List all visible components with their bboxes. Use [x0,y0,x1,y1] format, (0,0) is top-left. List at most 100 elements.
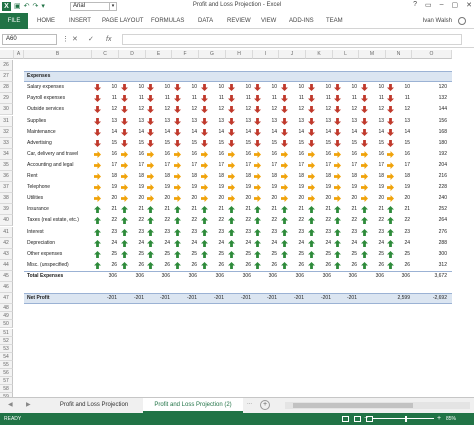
insert-function-icon[interactable]: fx [106,34,111,45]
help-icon[interactable]: ? [413,1,417,9]
row-header[interactable]: 43 [0,248,13,260]
tab-view[interactable]: VIEW [261,13,276,29]
row-header[interactable]: 28 [0,82,13,94]
name-box[interactable]: A60 [2,34,57,45]
row-header[interactable]: 52 [0,336,13,345]
column-header-k[interactable]: K [306,50,333,59]
tab-insert[interactable]: INSERT [69,13,91,29]
column-header-i[interactable]: I [253,50,279,59]
column-header-g[interactable]: G [199,50,226,59]
table-cell: 25 [404,250,410,257]
row-label: Taxes (real estate, etc.) [27,217,79,224]
zoom-in-icon[interactable]: + [437,413,441,425]
column-header-c[interactable]: C [92,50,119,59]
sheet-tab-2[interactable]: Profit and Loss Projection (2) [143,398,243,413]
zoom-level[interactable]: 85% [446,413,456,425]
row-header[interactable]: 45 [0,270,13,282]
table-cell: 10 [298,84,304,91]
sheet-content[interactable]: Expenses Salary expenses 10 10 10 10 10 10 10 10 1… [14,60,474,397]
more-sheets-icon[interactable]: ... [247,400,252,406]
table-cell: 12 [138,106,144,113]
ribbon-display-icon[interactable]: ▭ [425,1,432,9]
user-name[interactable]: Ivan Walsh [423,13,452,29]
minimize-icon[interactable]: – [440,1,444,9]
trend-flat-icon [361,150,368,158]
row-header[interactable]: 48 [0,304,13,313]
row-header[interactable]: 42 [0,237,13,249]
row-header[interactable]: 55 [0,360,13,369]
table-cell: 23 [245,228,251,235]
normal-view-icon[interactable] [342,416,349,422]
tab-formulas[interactable]: FORMULAS [151,13,184,29]
column-header-h[interactable]: H [226,50,253,59]
tab-file[interactable]: FILE [0,13,28,29]
maximize-icon[interactable]: ▢ [452,1,459,9]
row-header[interactable]: 35 [0,159,13,171]
sheet-tab-1[interactable]: Profit and Loss Projection [48,398,140,413]
formula-input[interactable] [122,34,462,45]
row-header[interactable]: 41 [0,226,13,238]
trend-flat-icon [334,195,341,203]
enter-icon[interactable]: ✓ [88,34,94,45]
row-header[interactable]: 56 [0,369,13,378]
row-header[interactable]: 57 [0,377,13,386]
prev-sheet-icon[interactable]: ◀ [8,401,13,408]
row-header[interactable]: 51 [0,328,13,337]
feedback-smiley-icon[interactable] [458,17,466,25]
column-header-f[interactable]: F [172,50,199,59]
row-header[interactable]: 29 [0,93,13,105]
tab-review[interactable]: REVIEW [227,13,251,29]
row-header[interactable]: 27 [0,71,13,83]
column-header-l[interactable]: L [333,50,359,59]
row-header[interactable]: 44 [0,259,13,271]
close-icon[interactable]: ✕ [466,1,472,9]
column-header-o[interactable]: O [412,50,452,59]
table-cell: 25 [245,250,251,257]
row-header[interactable]: 49 [0,312,13,321]
table-cell: 306 [161,272,170,279]
row-header[interactable]: 47 [0,293,13,305]
new-sheet-button[interactable]: + [260,400,270,410]
zoom-slider[interactable] [372,418,434,419]
tab-add-ins[interactable]: ADD-INS [289,13,314,29]
table-cell: 24 [191,239,197,246]
row-header[interactable]: 38 [0,193,13,205]
column-header-m[interactable]: M [359,50,386,59]
row-header[interactable]: 53 [0,344,13,353]
tab-team[interactable]: TEAM [326,13,343,29]
page-layout-view-icon[interactable] [354,416,361,422]
column-header-d[interactable]: D [119,50,146,59]
row-header[interactable]: 54 [0,352,13,361]
horizontal-scrollbar[interactable] [285,402,470,409]
row-header[interactable]: 40 [0,215,13,227]
next-sheet-icon[interactable]: ▶ [26,401,31,408]
column-header-b[interactable]: B [24,50,92,59]
column-header-j[interactable]: J [279,50,306,59]
scroll-thumb[interactable] [293,403,413,408]
zoom-out-icon[interactable]: − [364,413,368,425]
row-header[interactable]: 36 [0,171,13,183]
cancel-icon[interactable]: ✕ [72,34,78,45]
table-cell: 20 [404,195,410,202]
row-header[interactable]: 46 [0,282,13,294]
column-header-n[interactable]: N [386,50,412,59]
row-header[interactable]: 30 [0,104,13,116]
row-header[interactable]: 39 [0,204,13,216]
row-header[interactable]: 33 [0,137,13,149]
trend-flat-icon [281,150,288,158]
row-header[interactable]: 37 [0,182,13,194]
column-header-e[interactable]: E [146,50,172,59]
tab-page-layout[interactable]: PAGE LAYOUT [102,13,143,29]
row-header[interactable]: 58 [0,385,13,394]
row-header[interactable]: 32 [0,126,13,138]
column-header-a[interactable]: A [14,50,24,59]
row-header[interactable]: 31 [0,115,13,127]
zoom-slider-knob[interactable] [405,416,407,422]
row-header[interactable]: 26 [0,60,13,72]
tab-home[interactable]: HOME [37,13,55,29]
select-all-corner[interactable] [0,50,14,59]
row-header[interactable]: 50 [0,320,13,329]
worksheet-grid[interactable]: Expenses Salary expenses 10 10 10 10 10 10 10 10 1… [0,50,474,397]
tab-data[interactable]: DATA [198,13,213,29]
row-header[interactable]: 34 [0,148,13,160]
